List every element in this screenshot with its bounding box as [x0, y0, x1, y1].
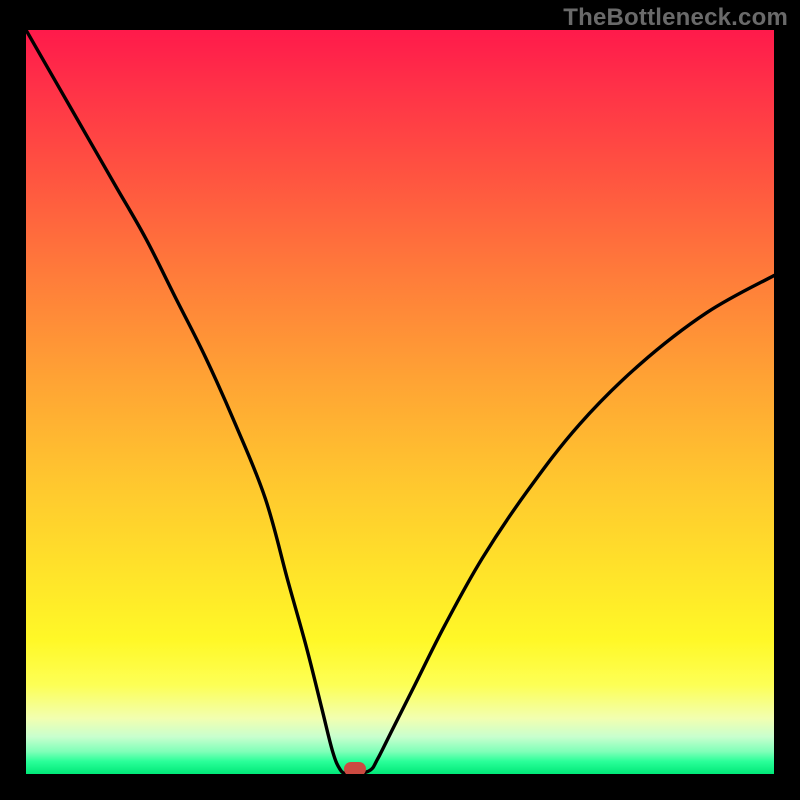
plot-area	[26, 30, 774, 774]
optimum-marker	[344, 762, 366, 774]
chart-frame: TheBottleneck.com	[0, 0, 800, 800]
attribution-text: TheBottleneck.com	[563, 4, 788, 32]
bottleneck-curve	[26, 30, 774, 774]
